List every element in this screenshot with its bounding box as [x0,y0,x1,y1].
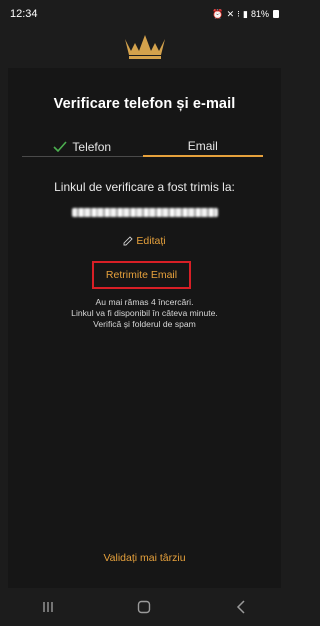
edit-label: Editați [136,235,166,247]
tab-email[interactable]: Email [142,137,263,157]
mute-icon: ✕ [226,8,235,19]
battery-percent: 81% [250,9,269,19]
tab-phone[interactable]: Telefon [22,137,143,157]
5g-icon: ⁝ [237,8,241,19]
home-button[interactable] [124,592,164,622]
battery-icon [273,10,279,18]
back-icon [236,600,245,614]
status-time: 12:34 [10,8,38,20]
verification-panel: Verificare telefon și e-mail Telefon Ema… [8,68,281,588]
recent-apps-button[interactable] [28,592,68,622]
tab-phone-label: Telefon [72,139,112,154]
signal-icon: ▮ [243,8,248,19]
alarm-icon: ⏰ [212,8,224,19]
back-button[interactable] [221,592,261,622]
crown-logo-icon [124,35,165,59]
home-icon [138,600,151,614]
link-availability: Linkul va fi disponibil în câteva minute… [71,308,218,318]
logo-area [0,28,289,64]
spam-hint: Verifică și folderul de spam [93,319,196,329]
attempts-remaining: Au mai rămas 4 încercări. [95,297,194,307]
verification-tabs: Telefon Email [22,137,263,157]
edit-email-link[interactable]: Editați [8,235,281,247]
status-icons: ⏰ ✕ ⁝ ▮ 81% [212,9,279,20]
recent-apps-icon [43,602,53,612]
info-text: Au mai rămas 4 încercări. Linkul va fi d… [8,297,281,330]
redacted-email-block [71,207,218,217]
masked-email [8,205,281,219]
sent-label: Linkul de verificare a fost trimis la: [54,180,235,194]
resend-email-button[interactable]: Retrimite Email [106,269,177,281]
validate-later-link[interactable]: Validați mai târziu [8,552,281,564]
system-nav-bar [0,588,289,626]
page-title: Verificare telefon și e-mail [53,96,236,112]
check-icon [53,141,67,152]
pencil-icon [123,236,134,246]
resend-highlight: Retrimite Email [92,261,191,289]
status-bar: 12:34 ⏰ ✕ ⁝ ▮ 81% [0,0,289,28]
tab-email-label: Email [187,139,218,153]
